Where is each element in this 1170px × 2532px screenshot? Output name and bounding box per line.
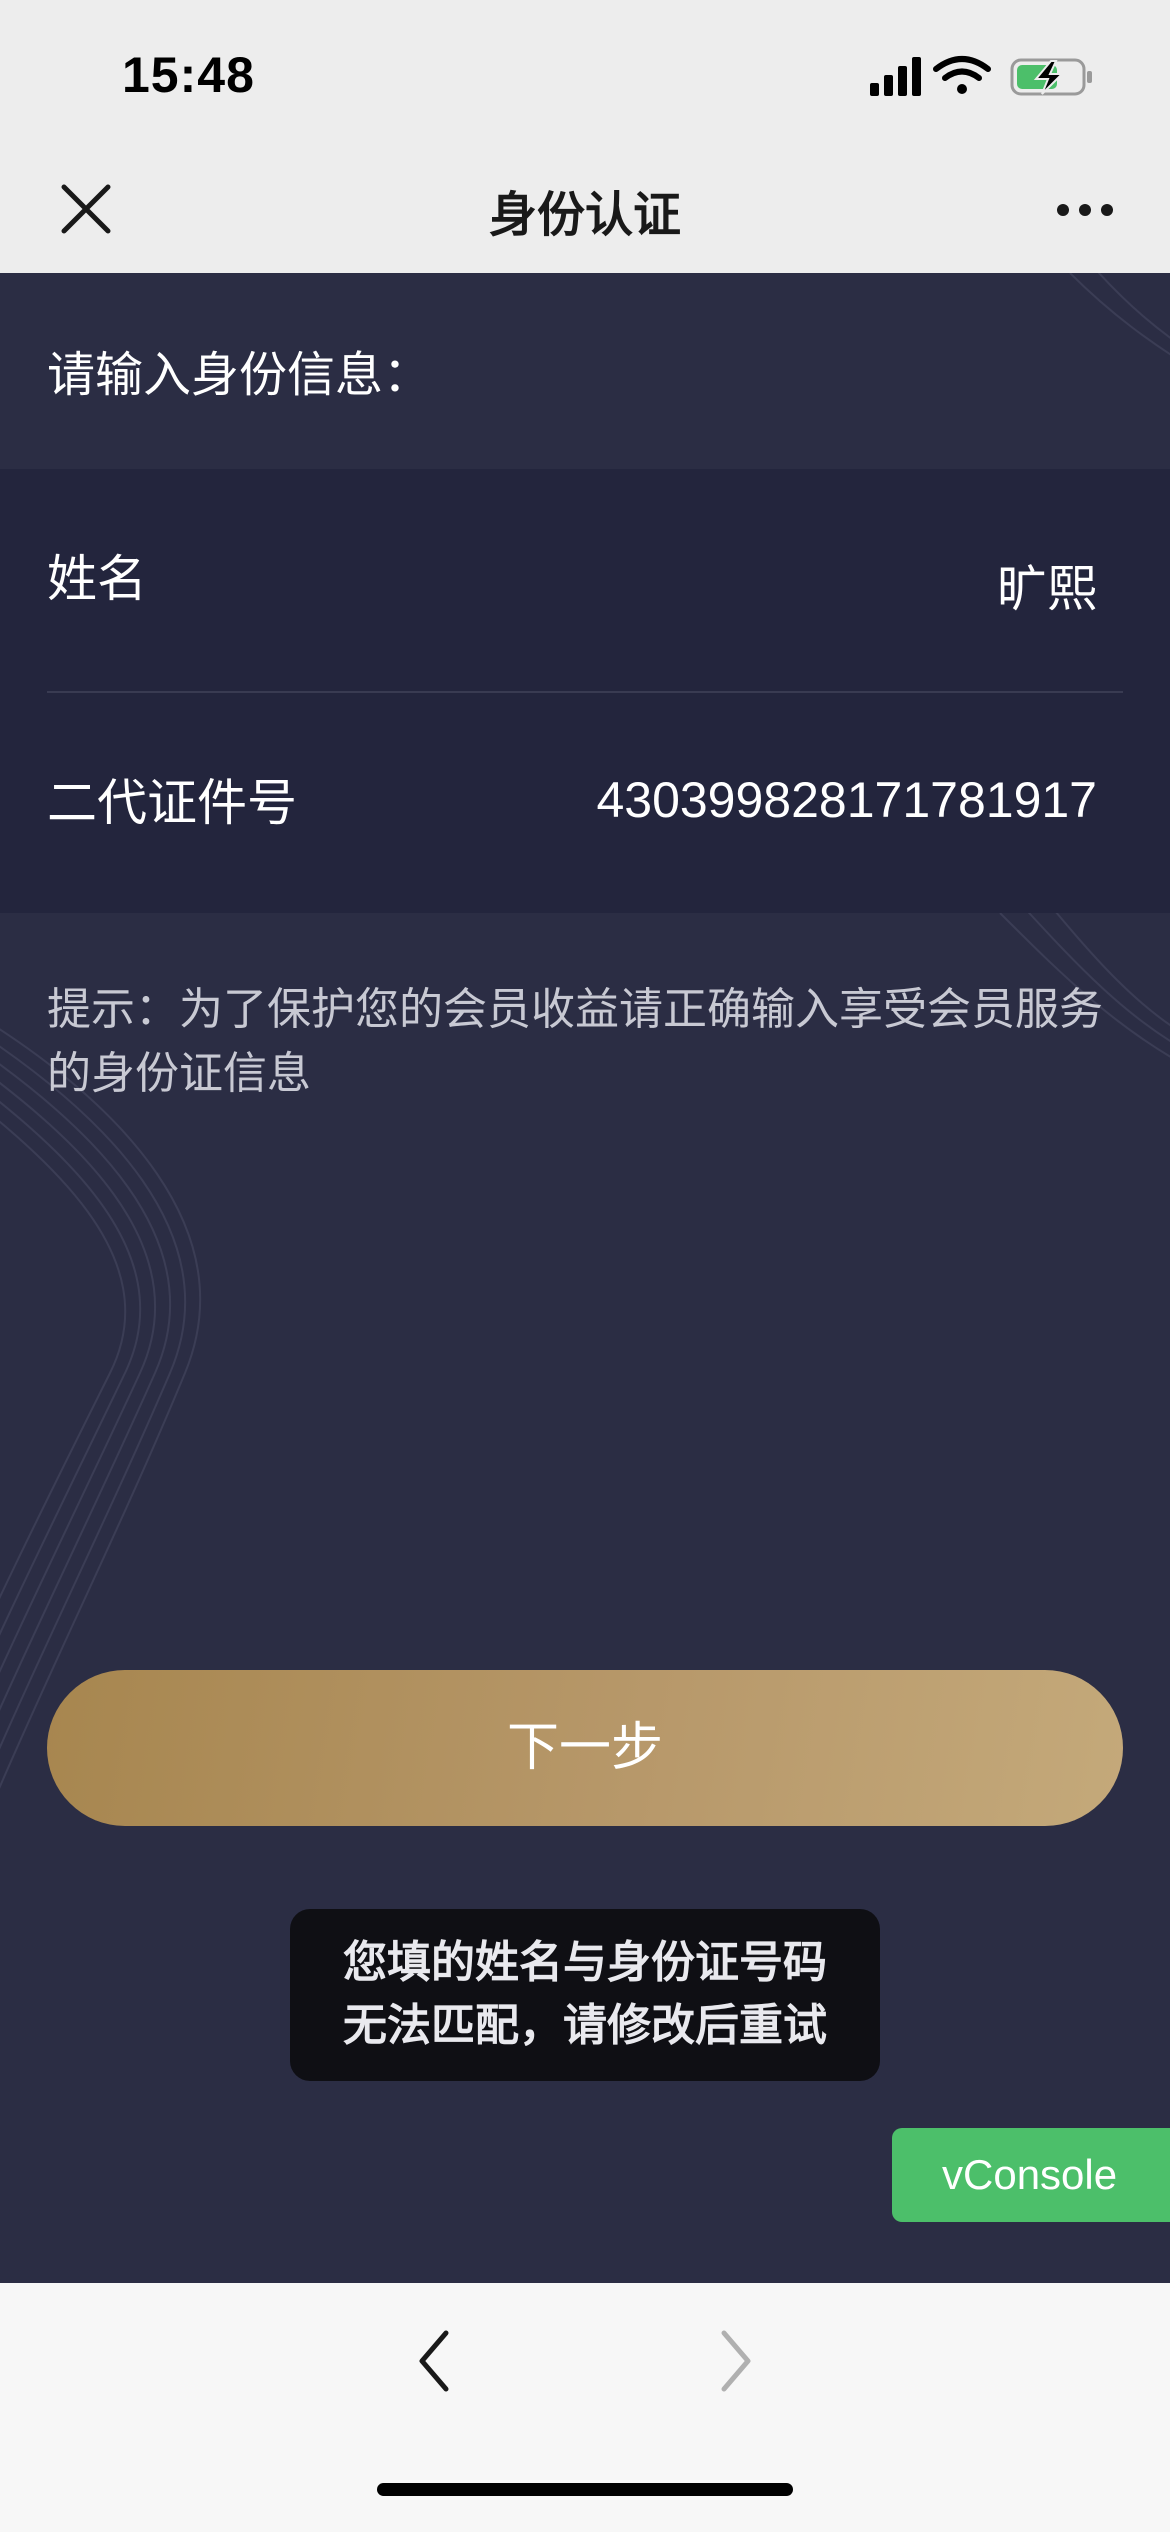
next-button[interactable]: 下一步	[47, 1670, 1123, 1826]
name-label: 姓名	[47, 550, 147, 608]
signal-icon	[870, 57, 921, 96]
hint-text: 提示：为了保护您的会员收益请正确输入享受会员服务的身份证信息	[47, 984, 1103, 1099]
content-area: 请输入身份信息： 姓名 旷熙 二代证件号 430399828171781917 …	[0, 273, 1170, 2283]
id-number-field[interactable]: 430399828171781917	[596, 771, 1097, 829]
page-title: 身份认证	[488, 187, 681, 243]
error-toast: 您填的姓名与身份证号码 无法匹配，请修改后重试	[290, 1909, 880, 2081]
form-prompt: 请输入身份信息：	[47, 347, 432, 403]
toast-line-2: 无法匹配，请修改后重试	[343, 2000, 827, 2051]
id-label: 二代证件号	[47, 774, 297, 832]
vconsole-button[interactable]: vConsole	[892, 2128, 1170, 2222]
wifi-icon	[933, 56, 991, 94]
status-icons	[870, 56, 1092, 96]
forward-arrow-icon[interactable]	[714, 2323, 758, 2399]
browser-bottom-bar	[0, 2283, 1170, 2532]
id-row[interactable]: 二代证件号 430399828171781917	[47, 691, 1123, 913]
nav-bar: 身份认证	[0, 155, 1170, 273]
battery-charging-icon	[1010, 58, 1092, 96]
status-bar: 15:48	[0, 0, 1170, 155]
status-time: 15:48	[122, 47, 255, 103]
name-row[interactable]: 姓名 旷熙	[47, 469, 1123, 693]
home-indicator	[377, 2483, 793, 2496]
more-icon[interactable]	[1055, 200, 1115, 220]
identity-form: 姓名 旷熙 二代证件号 430399828171781917	[0, 469, 1170, 913]
toast-line-1: 您填的姓名与身份证号码	[343, 1937, 827, 1988]
back-arrow-icon[interactable]	[412, 2323, 456, 2399]
name-field[interactable]: 旷熙	[997, 549, 1097, 621]
